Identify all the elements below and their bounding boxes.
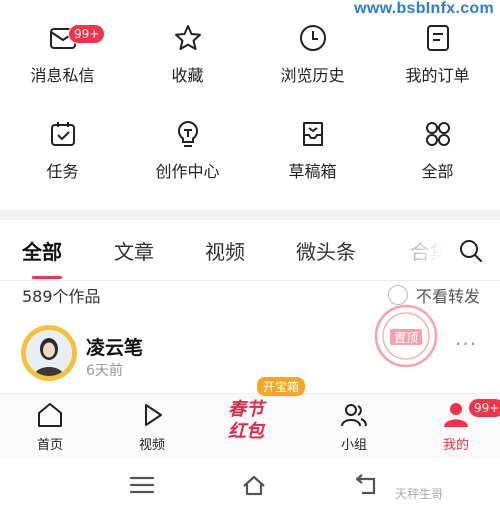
messages-badge: 99+ <box>68 24 106 44</box>
clock-icon <box>299 25 326 51</box>
tab-articles[interactable]: 文章 <box>114 236 154 265</box>
more-options-icon[interactable]: ··· <box>455 332 477 356</box>
avatar-photo <box>26 330 72 376</box>
stamp-text: 置顶 <box>394 331 418 345</box>
nav-home[interactable]: 首页 <box>0 394 100 460</box>
messages-label: 消息私信 <box>30 66 95 85</box>
drafts-item[interactable]: 草稿箱 <box>250 106 375 202</box>
nav-group[interactable]: 小组 <box>304 394 404 460</box>
tab-fade <box>400 226 460 276</box>
lightbulb-icon <box>177 120 198 147</box>
tasks-item[interactable]: 任务 <box>0 106 125 202</box>
quick-grid-row-2: 任务 创作中心 草稿箱 全部 <box>0 106 500 202</box>
menu-icon[interactable] <box>128 473 156 497</box>
tabs-border <box>0 280 500 281</box>
orders-label: 我的订单 <box>405 66 470 85</box>
grid-icon <box>425 122 450 146</box>
credit-watermark: 天秤生哥 <box>395 487 444 501</box>
nav-mine[interactable]: 99+ 我的 <box>406 394 500 460</box>
order-icon <box>426 25 449 51</box>
drafts-label: 草稿箱 <box>288 162 337 181</box>
nav-mine-label: 我的 <box>442 438 469 453</box>
author-name[interactable]: 凌云笔 <box>86 333 143 360</box>
play-icon <box>145 404 162 426</box>
quick-grid-row-1: 99+ 消息私信 收藏 浏览历史 我的订单 <box>0 10 500 106</box>
tab-videos[interactable]: 视频 <box>205 236 245 265</box>
avatar-portrait <box>26 330 72 376</box>
tab-micro-posts[interactable]: 微头条 <box>296 236 356 265</box>
group-icon <box>341 404 367 427</box>
works-count: 589个作品 <box>22 287 101 306</box>
favorites-item[interactable]: 收藏 <box>125 10 250 106</box>
search-icon[interactable] <box>458 238 484 264</box>
promo-line-2: 红包 <box>228 421 264 442</box>
star-icon <box>174 25 201 50</box>
orders-item[interactable]: 我的订单 <box>375 10 500 106</box>
nav-video-label: 视频 <box>138 438 165 453</box>
draft-box-icon <box>302 122 323 146</box>
history-item[interactable]: 浏览历史 <box>250 10 375 106</box>
pinned-stamp-icon: 置顶 <box>374 304 438 368</box>
section-divider <box>0 210 500 220</box>
back-icon[interactable] <box>352 473 380 497</box>
profile-icon <box>444 403 468 427</box>
home-button-icon[interactable] <box>240 473 268 497</box>
content-tabs: 全部 文章 视频 微头条 合集 <box>0 226 500 279</box>
creator-center-label: 创作中心 <box>155 162 220 181</box>
home-icon <box>38 403 62 427</box>
favorites-label: 收藏 <box>171 66 204 85</box>
tab-all[interactable]: 全部 <box>22 236 62 265</box>
all-item[interactable]: 全部 <box>375 106 500 202</box>
calendar-check-icon <box>50 122 75 146</box>
post-time: 6天前 <box>86 363 123 379</box>
all-label: 全部 <box>421 162 454 181</box>
messages-item[interactable]: 99+ 消息私信 <box>0 10 125 106</box>
nav-home-label: 首页 <box>36 438 63 453</box>
open-treasure-tag: 开宝箱 <box>257 377 306 396</box>
creator-center-item[interactable]: 创作中心 <box>125 106 250 202</box>
active-tab-indicator <box>32 276 62 279</box>
author-avatar[interactable] <box>21 325 77 381</box>
nav-video[interactable]: 视频 <box>102 394 202 460</box>
spring-festival-promo[interactable]: 开宝箱 春节 红包 <box>220 377 310 447</box>
nav-mine-badge: 99+ <box>468 398 500 418</box>
tasks-label: 任务 <box>46 162 79 181</box>
history-label: 浏览历史 <box>280 66 345 85</box>
nav-group-label: 小组 <box>340 438 367 453</box>
